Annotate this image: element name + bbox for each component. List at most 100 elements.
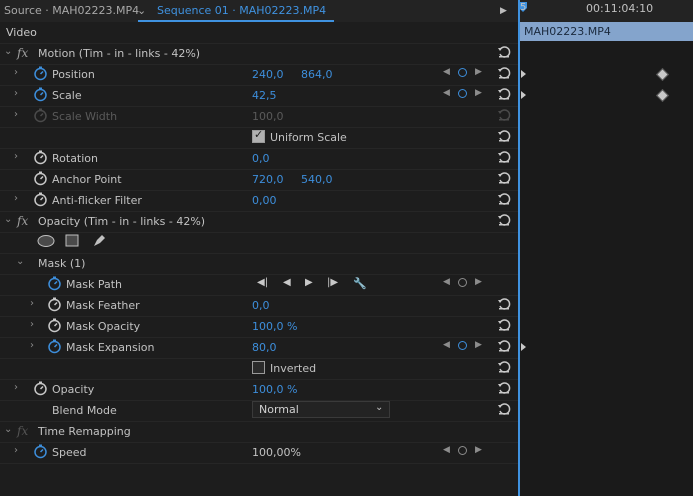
mask-group[interactable]: ⌄ Mask (1) <box>0 253 518 275</box>
keyframe-arrow-icon <box>521 91 526 99</box>
reset-icon[interactable] <box>497 150 511 164</box>
chevron-down-icon[interactable]: ⌄ <box>4 214 12 225</box>
reset-icon[interactable] <box>497 381 511 395</box>
stopwatch-icon[interactable] <box>33 87 48 102</box>
stopwatch-icon[interactable] <box>33 444 48 459</box>
reset-icon[interactable] <box>497 171 511 185</box>
next-keyframe-icon[interactable]: ▶ <box>475 277 482 287</box>
uniform-scale-checkbox[interactable] <box>252 128 265 143</box>
param-anti-flicker: › Anti-flicker Filter 0,00 <box>0 190 518 212</box>
stopwatch-icon[interactable] <box>33 192 48 207</box>
prev-keyframe-icon[interactable]: ◀ <box>443 277 450 287</box>
position-y-value[interactable]: 864,0 <box>301 68 333 81</box>
tab-sequence[interactable]: Sequence 01 · MAH02223.MP4 <box>157 4 326 17</box>
chevron-right-icon[interactable]: › <box>30 319 34 330</box>
param-mask-path-label: Mask Path <box>66 278 122 291</box>
chevron-down-icon[interactable]: ⌄ <box>4 46 12 57</box>
chevron-down-icon[interactable]: ⌄ <box>4 424 12 435</box>
blend-mode-value: Normal <box>259 403 299 416</box>
reset-icon[interactable] <box>497 402 511 416</box>
fx-icon[interactable]: fx <box>17 46 28 60</box>
mask-opacity-value[interactable]: 100,0 % <box>252 320 297 333</box>
chevron-right-icon[interactable]: › <box>14 67 18 78</box>
param-uniform-scale: Uniform Scale <box>0 127 518 149</box>
chevron-right-icon[interactable]: › <box>14 445 18 456</box>
prev-keyframe-icon[interactable]: ◀ <box>443 88 450 98</box>
prev-keyframe-icon[interactable]: ◀ <box>443 67 450 77</box>
add-keyframe-icon[interactable] <box>458 341 467 350</box>
chevron-right-icon[interactable]: › <box>30 298 34 309</box>
anchor-x-value[interactable]: 720,0 <box>252 173 284 186</box>
scale-value[interactable]: 42,5 <box>252 89 277 102</box>
timeline-area[interactable] <box>520 41 693 496</box>
add-keyframe-icon[interactable] <box>458 446 467 455</box>
stopwatch-icon[interactable] <box>47 318 62 333</box>
inverted-checkbox[interactable] <box>252 361 265 374</box>
mask-expansion-value[interactable]: 80,0 <box>252 341 277 354</box>
stopwatch-icon[interactable] <box>47 297 62 312</box>
add-keyframe-icon[interactable] <box>458 278 467 287</box>
track-forward-icon[interactable]: ▶ <box>305 277 313 288</box>
position-x-value[interactable]: 240,0 <box>252 68 284 81</box>
anchor-y-value[interactable]: 540,0 <box>301 173 333 186</box>
chevron-right-icon[interactable]: › <box>14 88 18 99</box>
reset-icon[interactable] <box>497 129 511 143</box>
param-mask-expansion-label: Mask Expansion <box>66 341 155 354</box>
next-keyframe-icon[interactable]: ▶ <box>475 67 482 77</box>
chevron-right-icon[interactable]: › <box>14 151 18 162</box>
stopwatch-icon[interactable] <box>33 150 48 165</box>
rectangle-mask-icon[interactable] <box>65 234 79 248</box>
anti-flicker-value[interactable]: 0,00 <box>252 194 277 207</box>
track-backward-all-icon[interactable]: ◀| <box>257 277 268 288</box>
param-position-label: Position <box>52 68 95 81</box>
stopwatch-icon[interactable] <box>33 66 48 81</box>
stopwatch-icon[interactable] <box>33 171 48 186</box>
stopwatch-icon <box>34 108 47 123</box>
rotation-value[interactable]: 0,0 <box>252 152 270 165</box>
clip-label: MAH02223.MP4 <box>524 25 611 38</box>
chevron-down-icon[interactable]: ⌄ <box>16 256 24 267</box>
reset-icon[interactable] <box>497 87 511 101</box>
track-backward-icon[interactable]: ◀ <box>283 277 291 288</box>
next-keyframe-icon[interactable]: ▶ <box>475 340 482 350</box>
add-keyframe-icon[interactable] <box>458 68 467 77</box>
stopwatch-icon[interactable] <box>47 276 62 291</box>
reset-icon[interactable] <box>497 66 511 80</box>
opacity-value[interactable]: 100,0 % <box>252 383 297 396</box>
param-speed-label: Speed <box>52 446 87 459</box>
pen-mask-icon[interactable] <box>92 234 106 248</box>
reset-icon[interactable] <box>497 297 511 311</box>
chevron-down-icon[interactable]: ⌄ <box>137 4 146 17</box>
next-keyframe-icon[interactable]: ▶ <box>475 445 482 455</box>
param-speed: › Speed 100,00% ◀ ▶ <box>0 442 518 464</box>
reset-icon[interactable] <box>497 45 511 59</box>
reset-icon[interactable] <box>497 213 511 227</box>
effect-motion[interactable]: ⌄ fx Motion (Tim - in - links - 42%) <box>0 43 518 65</box>
stopwatch-icon[interactable] <box>33 381 48 396</box>
blend-mode-select[interactable]: Normal ⌄ <box>252 401 390 418</box>
param-mask-opacity-label: Mask Opacity <box>66 320 141 333</box>
track-forward-all-icon[interactable]: |▶ <box>327 277 338 288</box>
fx-icon[interactable]: fx <box>17 214 28 228</box>
wrench-icon[interactable]: 🔧 <box>353 277 367 290</box>
chevron-right-icon[interactable]: › <box>14 193 18 204</box>
reset-icon[interactable] <box>497 360 511 374</box>
effect-time-remapping[interactable]: ⌄ fx Time Remapping <box>0 421 518 443</box>
stopwatch-icon[interactable] <box>47 339 62 354</box>
mask-feather-value[interactable]: 0,0 <box>252 299 270 312</box>
chevron-right-icon[interactable]: › <box>30 340 34 351</box>
reset-icon[interactable] <box>497 339 511 353</box>
chevron-right-icon[interactable]: › <box>14 382 18 393</box>
reset-icon[interactable] <box>497 318 511 332</box>
effect-opacity[interactable]: ⌄ fx Opacity (Tim - in - links - 42%) <box>0 211 518 233</box>
ellipse-mask-icon[interactable] <box>37 234 55 248</box>
triangle-right-icon[interactable]: ▶ <box>500 6 507 16</box>
tab-source[interactable]: Source · MAH02223.MP4 <box>4 4 139 17</box>
playhead-line[interactable] <box>518 0 520 496</box>
speed-value[interactable]: 100,00% <box>252 446 301 459</box>
prev-keyframe-icon[interactable]: ◀ <box>443 340 450 350</box>
next-keyframe-icon[interactable]: ▶ <box>475 88 482 98</box>
prev-keyframe-icon[interactable]: ◀ <box>443 445 450 455</box>
reset-icon[interactable] <box>497 192 511 206</box>
add-keyframe-icon[interactable] <box>458 89 467 98</box>
